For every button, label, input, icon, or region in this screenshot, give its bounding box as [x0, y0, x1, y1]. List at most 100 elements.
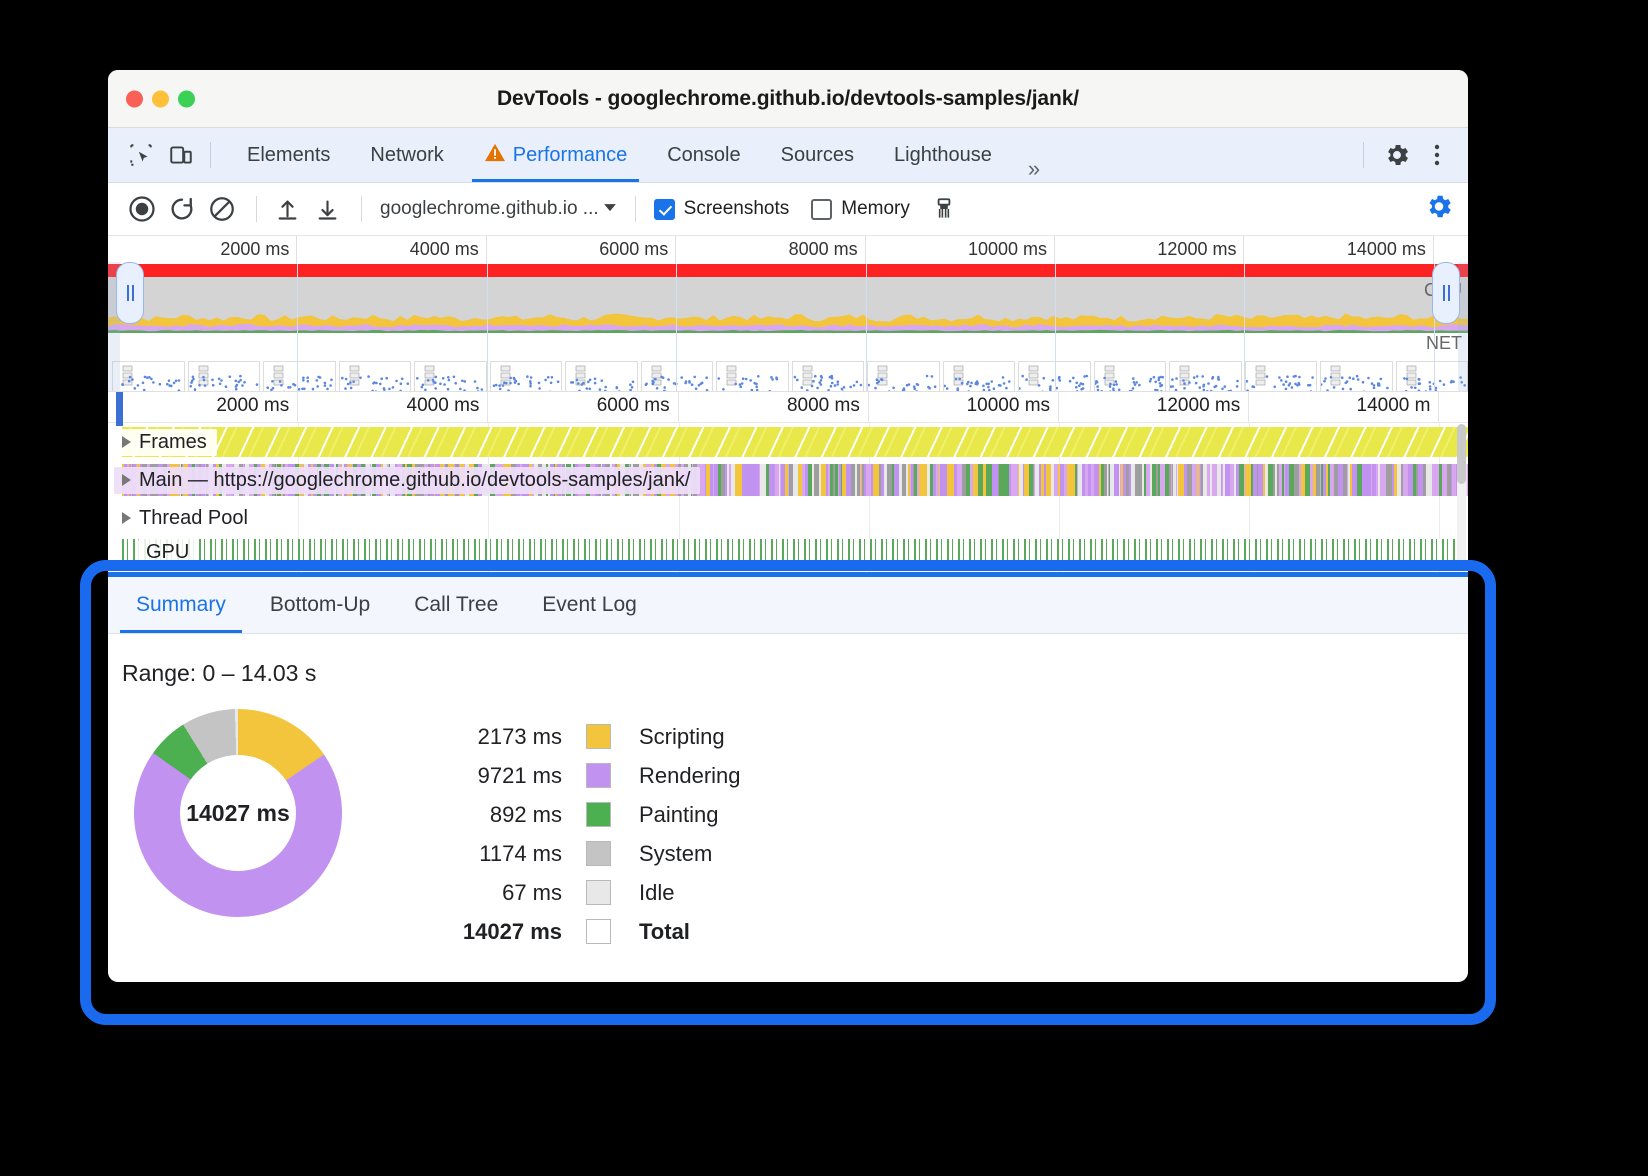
reload-record-icon[interactable] — [164, 191, 200, 227]
filmstrip-frame[interactable] — [1320, 361, 1393, 392]
legend-row[interactable]: 14027 msTotal — [444, 912, 741, 951]
filmstrip-frame[interactable] — [1094, 361, 1167, 392]
memory-label: Memory — [841, 198, 910, 220]
track-frames-label[interactable]: Frames — [114, 429, 217, 456]
filmstrip-frame[interactable] — [1245, 361, 1318, 392]
tab-console[interactable]: Console — [647, 128, 760, 182]
overview-gridline — [297, 264, 298, 391]
track-main-label[interactable]: Main — https://googlechrome.github.io/de… — [114, 467, 700, 494]
filmstrip-frame[interactable] — [339, 361, 412, 392]
legend-label: Painting — [611, 802, 719, 828]
legend-row[interactable]: 892 msPainting — [444, 795, 741, 834]
activity-donut-chart[interactable]: 14027 ms — [134, 709, 342, 917]
more-tabs-chevron-icon[interactable]: » — [1012, 156, 1056, 182]
track-thread-pool-text: Thread Pool — [139, 507, 248, 530]
tab-event-log[interactable]: Event Log — [520, 577, 659, 633]
overview-gridline — [1244, 264, 1245, 391]
devtools-tab-list: Elements Network Performance — [227, 128, 1056, 182]
target-page-select[interactable]: googlechrome.github.io ... — [374, 196, 623, 222]
legend-row[interactable]: 2173 msScripting — [444, 717, 741, 756]
record-circle-icon[interactable] — [124, 191, 160, 227]
close-window-button[interactable] — [126, 90, 143, 107]
tab-network-label: Network — [370, 144, 443, 167]
tab-sources[interactable]: Sources — [761, 128, 874, 182]
track-frames[interactable]: Frames — [108, 423, 1468, 461]
kebab-menu-icon[interactable] — [1420, 138, 1454, 172]
window-traffic-lights[interactable] — [126, 90, 195, 107]
cpu-activity-graph — [108, 277, 1468, 333]
track-thread-pool-label[interactable]: Thread Pool — [114, 505, 258, 532]
filmstrip-frame[interactable] — [1169, 361, 1242, 392]
overview-window-left-handle[interactable] — [116, 262, 144, 324]
filmstrip-frame[interactable] — [263, 361, 336, 392]
inspect-element-icon[interactable] — [126, 140, 156, 170]
tab-elements[interactable]: Elements — [227, 128, 350, 182]
legend-row[interactable]: 1174 msSystem — [444, 834, 741, 873]
zoom-window-button[interactable] — [178, 90, 195, 107]
gear-icon[interactable] — [1380, 138, 1414, 172]
legend-row[interactable]: 9721 msRendering — [444, 756, 741, 795]
filmstrip-frame[interactable] — [943, 361, 1016, 392]
track-main[interactable]: Main — https://googlechrome.github.io/de… — [108, 461, 1468, 499]
filmstrip-frame[interactable] — [188, 361, 261, 392]
timeline-overview[interactable]: 2000 ms4000 ms6000 ms8000 ms10000 ms1200… — [108, 236, 1468, 392]
tab-summary[interactable]: Summary — [114, 577, 248, 633]
tab-lighthouse[interactable]: Lighthouse — [874, 128, 1012, 182]
collect-garbage-icon[interactable] — [926, 191, 962, 227]
clear-icon[interactable] — [204, 191, 240, 227]
filmstrip-frame[interactable] — [565, 361, 638, 392]
memory-checkbox[interactable]: Memory — [811, 198, 910, 220]
legend-swatch — [586, 724, 611, 749]
overview-window-right-handle[interactable] — [1432, 262, 1460, 324]
toolbar-divider-1 — [256, 196, 257, 222]
tab-bottom-up[interactable]: Bottom-Up — [248, 577, 392, 633]
timeline-flame-chart[interactable]: 2000 ms4000 ms6000 ms8000 ms10000 ms1200… — [108, 392, 1468, 572]
filmstrip-frame[interactable] — [414, 361, 487, 392]
tab-call-tree[interactable]: Call Tree — [392, 577, 520, 633]
target-page-value: googlechrome.github.io ... — [380, 198, 599, 220]
devtools-window: DevTools - googlechrome.github.io/devtoo… — [108, 70, 1468, 982]
tab-summary-label: Summary — [136, 593, 226, 617]
expand-triangle-icon — [122, 436, 131, 448]
flame-tick: 12000 ms — [1059, 392, 1249, 422]
overview-gridline — [676, 264, 677, 391]
download-profile-icon[interactable] — [309, 191, 345, 227]
performance-toolbar: googlechrome.github.io ... Screenshots M… — [108, 183, 1468, 236]
filmstrip-frame[interactable] — [792, 361, 865, 392]
filmstrip-frame[interactable] — [490, 361, 563, 392]
minimize-window-button[interactable] — [152, 90, 169, 107]
legend-swatch — [586, 880, 611, 905]
device-toolbar-icon[interactable] — [166, 140, 196, 170]
track-gpu-label[interactable]: GPU — [138, 539, 199, 566]
legend-value: 2173 ms — [444, 724, 586, 750]
filmstrip-frame[interactable] — [867, 361, 940, 392]
legend-row[interactable]: 67 ms Idle — [444, 873, 741, 912]
tab-network[interactable]: Network — [350, 128, 463, 182]
flame-selection-bar — [116, 392, 123, 426]
activity-legend: 2173 msScripting9721 msRendering892 msPa… — [444, 717, 741, 951]
legend-value: 67 ms — [444, 880, 586, 906]
filmstrip-frame[interactable] — [716, 361, 789, 392]
donut-center-label: 14027 ms — [180, 755, 296, 871]
flame-tick: 6000 ms — [488, 392, 678, 422]
track-thread-pool[interactable]: Thread Pool — [108, 499, 1468, 537]
expand-triangle-icon — [122, 474, 131, 486]
chevron-down-icon — [603, 198, 617, 220]
flame-tick: 8000 ms — [679, 392, 869, 422]
legend-label: Idle — [611, 880, 674, 906]
capture-settings-gear-icon[interactable] — [1424, 192, 1454, 227]
tabbar-divider — [210, 142, 211, 168]
overview-filmstrip[interactable] — [108, 361, 1468, 392]
screenshots-checkbox[interactable]: Screenshots — [654, 198, 790, 220]
legend-swatch — [586, 802, 611, 827]
track-gpu[interactable]: GPU — [108, 537, 1468, 567]
tab-elements-label: Elements — [247, 144, 330, 167]
legend-swatch — [586, 919, 611, 944]
flame-tick: 14000 m — [1249, 392, 1439, 422]
tabbar-right-divider — [1363, 142, 1364, 168]
filmstrip-frame[interactable] — [112, 361, 185, 392]
flame-vertical-scrollbar[interactable] — [1457, 424, 1466, 570]
legend-label: Total — [611, 919, 690, 945]
tab-performance[interactable]: Performance — [464, 128, 648, 182]
upload-profile-icon[interactable] — [269, 191, 305, 227]
